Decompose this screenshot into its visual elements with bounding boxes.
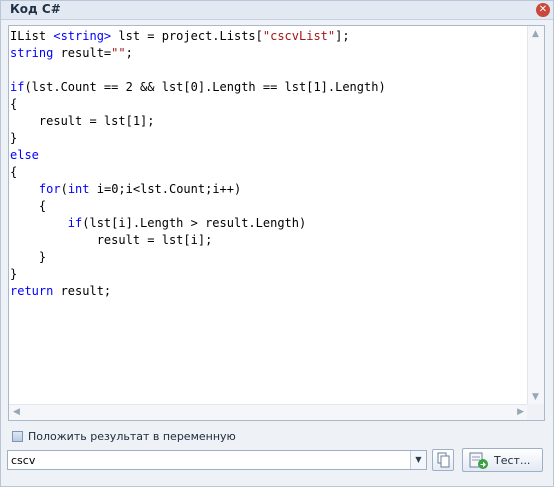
- code-token: int: [67, 182, 90, 196]
- code-token: (lst[i].Length > result.Length): [82, 216, 307, 230]
- code-token: "": [111, 46, 126, 60]
- code-window: Код C# ✕ IList <string> lst = project.Li…: [0, 0, 554, 487]
- code-line: else: [10, 147, 528, 164]
- code-line: if(lst[i].Length > result.Length): [10, 215, 528, 232]
- code-token: (lst.Count == 2 && lst[0].Length == lst[…: [24, 80, 386, 94]
- code-token: ;: [125, 46, 133, 60]
- scroll-right-icon[interactable]: ▶: [517, 408, 524, 417]
- scroll-up-icon[interactable]: ▲: [532, 30, 539, 39]
- save-to-variable-checkbox[interactable]: [12, 431, 23, 442]
- close-icon[interactable]: ✕: [536, 3, 550, 17]
- code-token: }: [10, 250, 47, 264]
- code-token: if: [10, 80, 25, 94]
- code-token: (: [60, 182, 68, 196]
- scroll-corner: [527, 404, 544, 420]
- scroll-down-icon[interactable]: ▼: [532, 393, 539, 402]
- code-token: "cscvList": [262, 29, 336, 43]
- code-token: return: [10, 284, 54, 298]
- code-token: {: [10, 97, 18, 111]
- save-to-variable-label: Положить результат в переменную: [28, 430, 236, 443]
- code-line: {: [10, 164, 528, 181]
- code-line: return result;: [10, 283, 528, 300]
- code-line: for(int i=0;i<lst.Count;i++): [10, 181, 528, 198]
- code-line: {: [10, 96, 528, 113]
- variable-combo-value: cscv: [11, 454, 36, 467]
- code-area[interactable]: IList <string> lst = project.Lists["cscv…: [9, 26, 528, 406]
- code-line: IList <string> lst = project.Lists["cscv…: [10, 28, 528, 45]
- code-token: IList: [10, 29, 54, 43]
- code-line: string result="";: [10, 45, 528, 62]
- code-line: }: [10, 249, 528, 266]
- chevron-down-icon[interactable]: ▼: [410, 451, 426, 469]
- test-button[interactable]: Тест...: [462, 448, 543, 472]
- code-token: for: [38, 182, 61, 196]
- copy-button[interactable]: [432, 449, 454, 471]
- code-token: result = lst[1];: [10, 114, 155, 128]
- variable-combo[interactable]: cscv ▼: [7, 450, 427, 470]
- code-line: }: [10, 130, 528, 147]
- code-token: if: [67, 216, 83, 230]
- test-button-label: Тест...: [494, 454, 531, 467]
- horizontal-scrollbar[interactable]: ◀ ▶: [9, 404, 528, 420]
- code-token: lst = project.Lists[: [111, 29, 263, 43]
- code-line: if(lst.Count == 2 && lst[0].Length == ls…: [10, 79, 528, 96]
- copy-icon: [437, 452, 450, 468]
- code-token: }: [10, 131, 18, 145]
- scroll-left-icon[interactable]: ◀: [13, 408, 20, 417]
- code-line: }: [10, 266, 528, 283]
- vertical-scrollbar[interactable]: ▲ ▼: [527, 26, 544, 406]
- code-token: else: [10, 148, 39, 162]
- code-line: result = lst[1];: [10, 113, 528, 130]
- code-token: ];: [335, 29, 350, 43]
- code-line: result = lst[i];: [10, 232, 528, 249]
- code-token: <string>: [53, 29, 112, 43]
- code-line: {: [10, 198, 528, 215]
- window-title: Код C#: [10, 2, 61, 16]
- code-token: i=0;i<lst.Count;i++): [89, 182, 242, 196]
- title-bar: Код C# ✕: [1, 1, 553, 20]
- code-token: {: [10, 199, 47, 213]
- code-token: string: [10, 46, 54, 60]
- code-editor[interactable]: IList <string> lst = project.Lists["cscv…: [8, 25, 545, 421]
- code-token: }: [10, 267, 18, 281]
- code-token: result;: [53, 284, 112, 298]
- code-token: result=: [53, 46, 112, 60]
- code-token: result = lst[i];: [10, 233, 213, 247]
- test-icon: [469, 452, 488, 469]
- code-token: {: [10, 165, 18, 179]
